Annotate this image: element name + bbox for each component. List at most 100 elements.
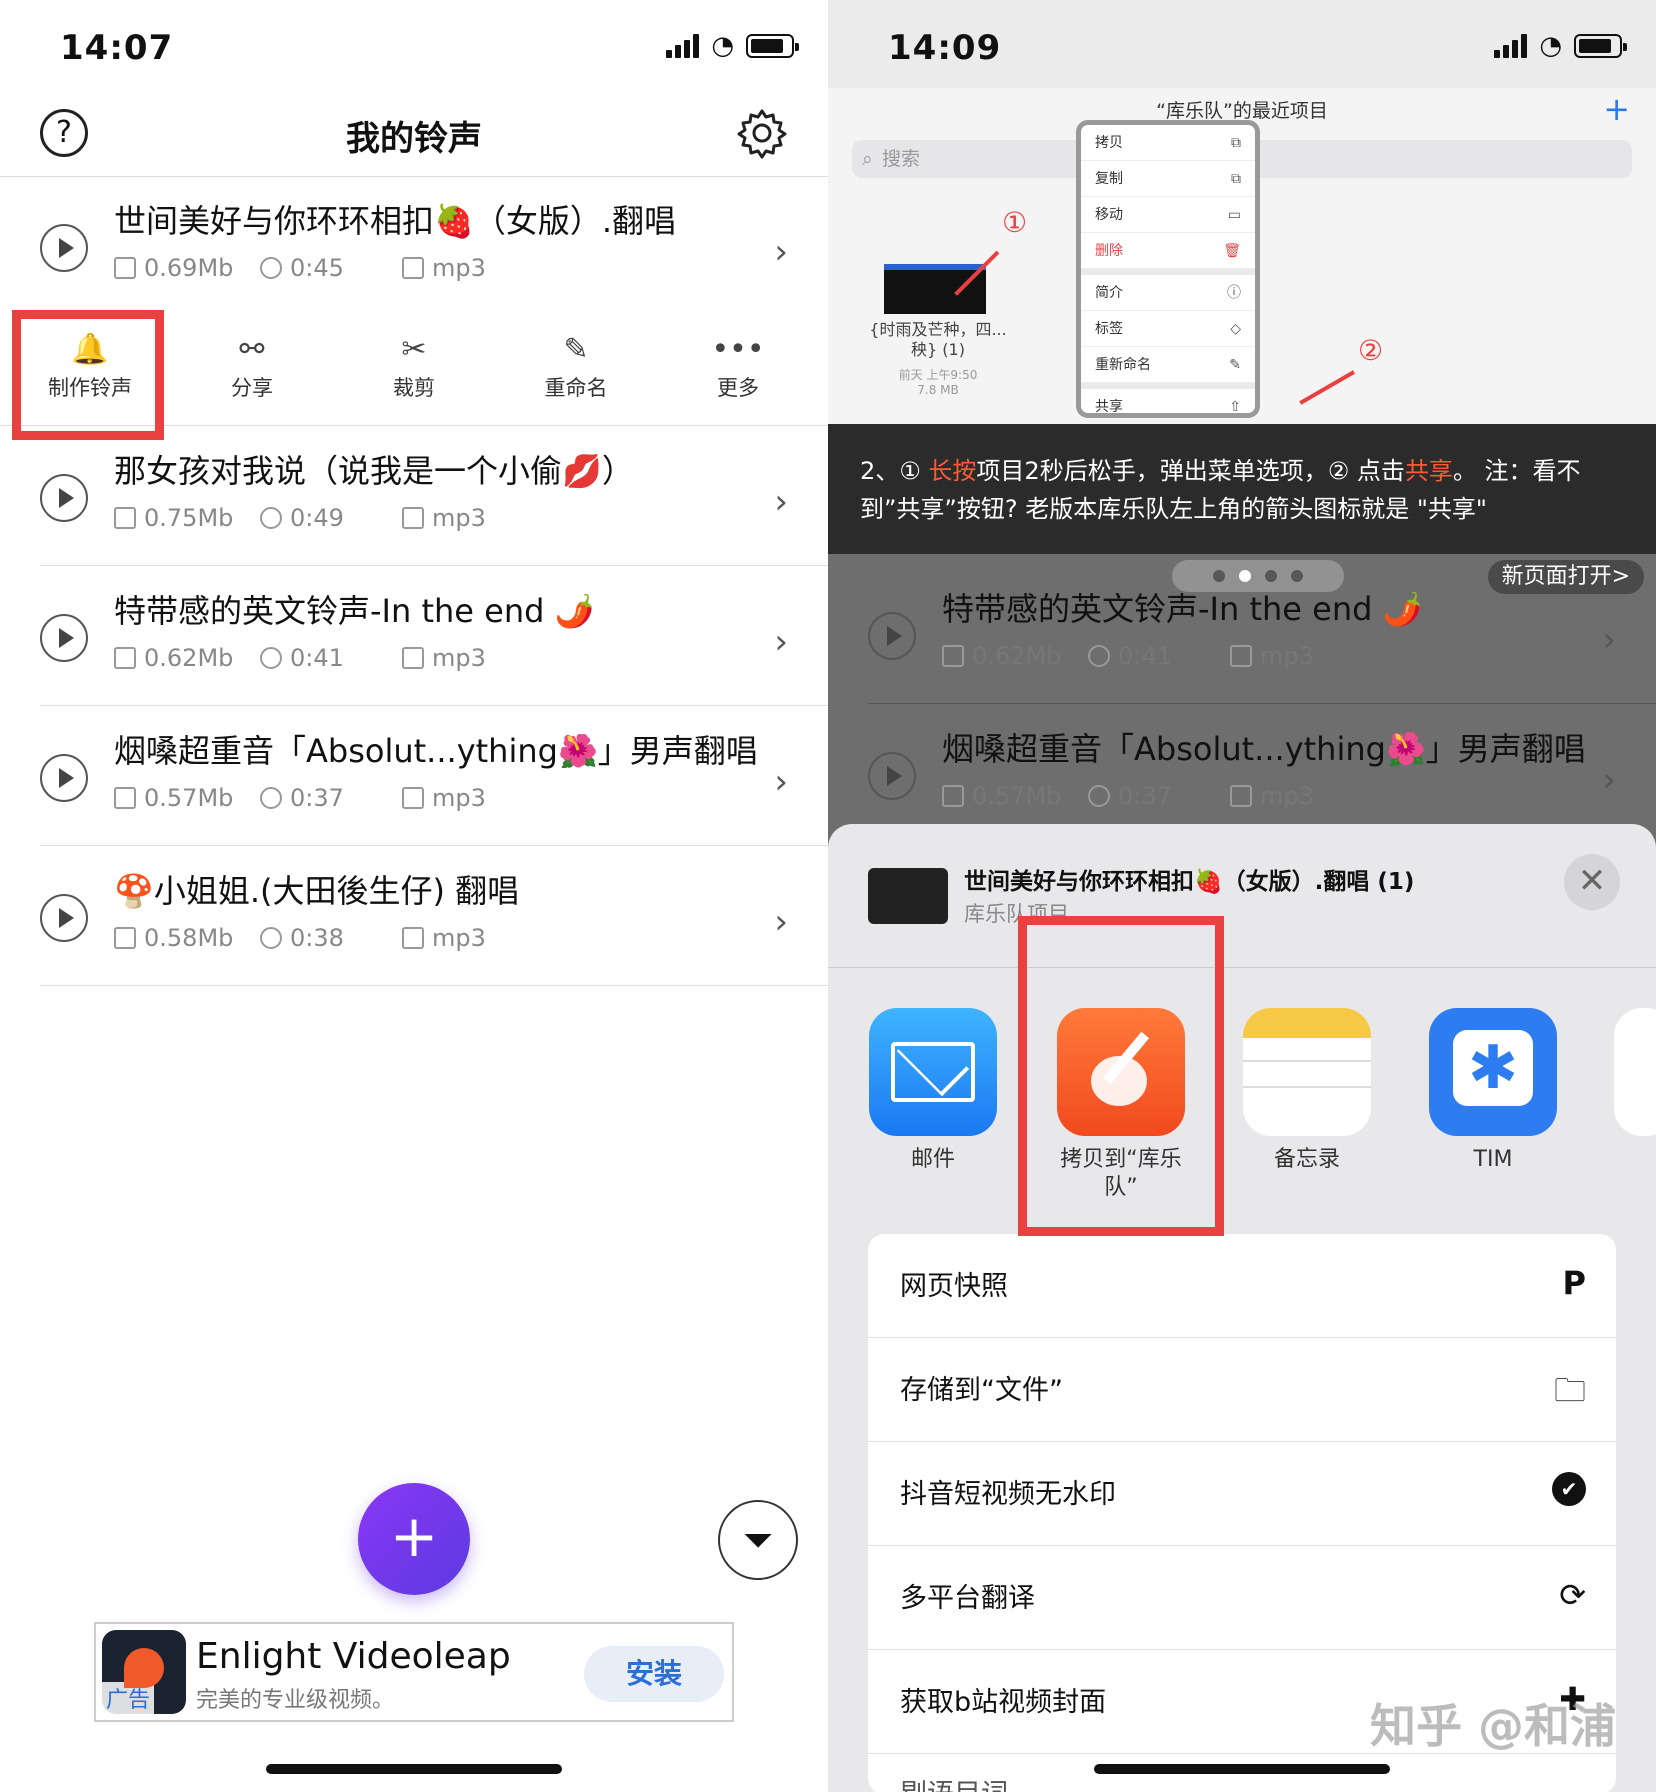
home-indicator <box>1094 1764 1390 1774</box>
more-button[interactable]: ••• 更多 <box>678 332 798 402</box>
duplicate-icon: ⧉ <box>1231 171 1241 187</box>
clock-icon <box>260 257 282 279</box>
song-title: 烟嗓超重音「Absolut...ything🌺」男声翻唱 <box>114 732 758 770</box>
project-thumbnail[interactable] <box>884 264 986 314</box>
list-item[interactable]: 🍄小姐姐.(大田後生仔) 翻唱 0.58Mb 0:38 mp3 › <box>0 846 828 986</box>
close-icon[interactable]: ✕ <box>1564 854 1620 910</box>
penguin-icon <box>1614 1008 1656 1136</box>
install-button[interactable]: 安装 <box>584 1646 724 1702</box>
share-button[interactable]: ⚯ 分享 <box>192 332 312 402</box>
folder-icon: ▭ <box>1227 207 1241 223</box>
duration: 0:41 <box>290 644 344 672</box>
search-icon: ⌕ <box>862 148 873 170</box>
marker-1: ① <box>1002 206 1028 239</box>
marker-2: ② <box>1358 334 1384 367</box>
storage-icon <box>114 257 136 279</box>
list-item[interactable]: 烟嗓超重音「Absolut...ything🌺」男声翻唱 0.57Mb 0:37 m… <box>828 704 1656 844</box>
menu-item-duplicate[interactable]: 复制 ⧉ <box>1081 161 1255 197</box>
chevron-right-icon[interactable]: › <box>774 622 788 662</box>
menu-item-rename[interactable]: 重新命名 ✎ <box>1081 347 1255 383</box>
menu-item-delete[interactable]: 删除 🗑 <box>1081 233 1255 269</box>
add-button[interactable]: + <box>358 1483 470 1595</box>
play-button[interactable] <box>868 612 916 660</box>
menu-item-move[interactable]: 移动 ▭ <box>1081 197 1255 233</box>
rename-button[interactable]: ✎ 重命名 <box>516 332 636 402</box>
clock-icon <box>260 647 282 669</box>
app-mail[interactable]: 邮件 <box>868 1008 998 1174</box>
play-button[interactable] <box>40 754 88 802</box>
watermark: 知乎 @和浦 <box>1369 1699 1616 1753</box>
list-item[interactable]: 那女孩对我说（说我是一个小偷💋） 0.75Mb 0:49 mp3 › <box>0 426 828 566</box>
folder-icon: 🗀 <box>1553 1371 1586 1409</box>
app-notes[interactable]: 备忘录 <box>1242 1008 1372 1174</box>
project-size: 7.8 MB <box>917 383 959 397</box>
action-web-snapshot[interactable]: 网页快照 P <box>868 1234 1616 1338</box>
song-title: 特带感的英文铃声-In the end 🌶️ <box>114 592 595 630</box>
tag-icon: ◇ <box>1230 321 1241 337</box>
clock-icon <box>1088 645 1110 667</box>
action-douyin-no-watermark[interactable]: 抖音短视频无水印 ✔ <box>868 1442 1616 1546</box>
chevron-right-icon[interactable]: › <box>774 902 788 942</box>
file-size: 0.58Mb <box>144 924 234 952</box>
wifi-icon: ◔ <box>711 31 734 61</box>
app-qq[interactable] <box>1614 1008 1656 1136</box>
share-title: 世间美好与你环环相扣🍓（女版）.翻唱 (1) <box>964 869 1415 895</box>
status-bar: 14:07 ◔ <box>0 0 828 100</box>
list-item[interactable]: 特带感的英文铃声-In the end 🌶️ 0.62Mb 0:41 mp3 › <box>0 566 828 706</box>
file-icon <box>402 257 424 279</box>
tim-icon: ✱ <box>1429 1008 1557 1136</box>
page-dots[interactable] <box>1172 560 1344 592</box>
p-icon: P <box>1562 1264 1586 1302</box>
duration: 0:37 <box>290 784 344 812</box>
chevron-right-icon[interactable]: › <box>774 232 788 272</box>
ad-banner[interactable]: 广告 Enlight Videoleap 完美的专业级视频。 安装 <box>94 1622 734 1722</box>
play-button[interactable] <box>40 474 88 522</box>
menu-item-copy[interactable]: 拷贝 ⧉ <box>1081 125 1255 161</box>
app-logo: 广告 <box>102 1630 186 1714</box>
play-button[interactable] <box>868 752 916 800</box>
menu-item-tags[interactable]: 标签 ◇ <box>1081 311 1255 347</box>
status-time: 14:07 <box>60 28 174 68</box>
clock-icon <box>260 927 282 949</box>
plus-icon[interactable]: + <box>1603 90 1630 128</box>
chevron-right-icon[interactable]: › <box>774 482 788 522</box>
trim-button[interactable]: ✂ 裁剪 <box>354 332 474 402</box>
more-icon: ••• <box>711 332 765 367</box>
file-format: mp3 <box>432 644 486 672</box>
list-item[interactable]: 烟嗓超重音「Absolut...ything🌺」男声翻唱 0.57Mb 0:37 m… <box>0 706 828 846</box>
app-row: 邮件 拷贝到“库乐队” 备忘录 ✱ TIM <box>828 1008 1656 1208</box>
chevron-right-icon[interactable]: › <box>1602 760 1616 800</box>
filter-icon[interactable]: ⏷ <box>718 1500 798 1580</box>
play-button[interactable] <box>40 224 88 272</box>
highlight-box <box>12 310 164 440</box>
file-size: 0.69Mb <box>144 254 234 282</box>
signal-icon <box>1494 34 1528 58</box>
copy-icon: ⧉ <box>1231 135 1241 151</box>
play-button[interactable] <box>40 614 88 662</box>
ad-subtitle: 完美的专业级视频。 <box>196 1688 395 1713</box>
menu-item-share[interactable]: 共享 ⇧ <box>1081 389 1255 425</box>
play-button[interactable] <box>40 894 88 942</box>
action-translate[interactable]: 多平台翻译 ⟳ <box>868 1546 1616 1650</box>
context-menu: 拷贝 ⧉ 复制 ⧉ 移动 ▭ 删除 🗑 简介 ⓘ 标签 ◇ 重新命名 ✎ 共享 ⇧ <box>1076 120 1260 425</box>
share-nodes-icon: ⚯ <box>239 332 265 367</box>
edit-icon: ✎ <box>563 332 589 367</box>
notes-icon <box>1243 1008 1371 1136</box>
action-save-to-files[interactable]: 存储到“文件” 🗀 <box>868 1338 1616 1442</box>
battery-icon <box>746 34 799 58</box>
arrow-2 <box>1299 370 1355 405</box>
signal-icon <box>666 34 700 58</box>
gear-icon[interactable] <box>736 107 788 159</box>
song-title: 世间美好与你环环相扣🍓（女版）.翻唱 <box>114 202 677 240</box>
wifi-icon: ◔ <box>1539 31 1562 61</box>
chevron-right-icon[interactable]: › <box>774 762 788 802</box>
info-icon: ⓘ <box>1227 285 1241 301</box>
chevron-right-icon[interactable]: › <box>1602 620 1616 660</box>
open-new-page-button[interactable]: 新页面打开> <box>1487 560 1644 594</box>
list-item[interactable]: 世间美好与你环环相扣🍓（女版）.翻唱 0.69Mb 0:45 mp3 › <box>0 176 828 316</box>
app-tim[interactable]: ✱ TIM <box>1428 1008 1558 1174</box>
menu-item-info[interactable]: 简介 ⓘ <box>1081 275 1255 311</box>
file-format: mp3 <box>432 254 486 282</box>
file-size: 0.75Mb <box>144 504 234 532</box>
project-name: {时雨及芒种，四...秧} (1) <box>869 320 1007 359</box>
